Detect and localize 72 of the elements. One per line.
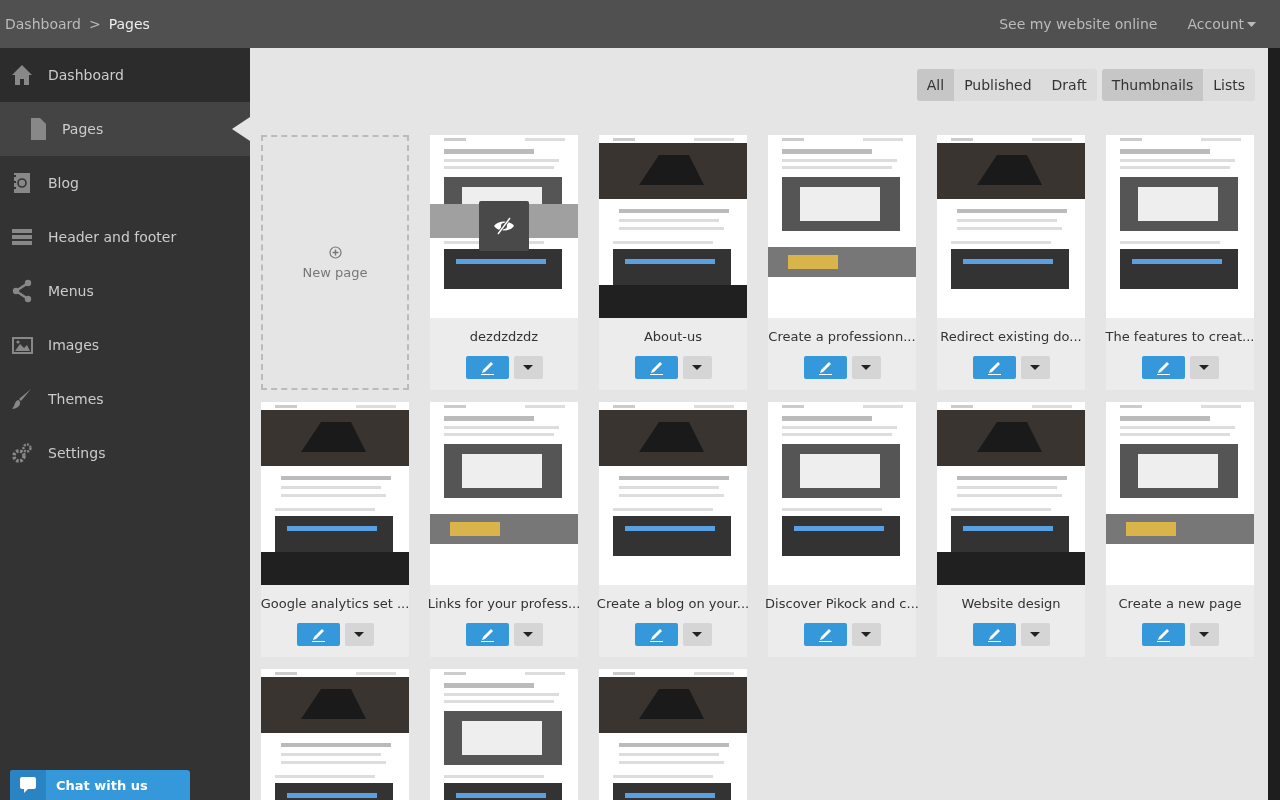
caret-icon (861, 632, 871, 637)
caret-icon (1030, 632, 1040, 637)
dropdown-button[interactable] (344, 623, 374, 646)
pencil-icon (817, 627, 833, 642)
page-title: The features to creat... (1105, 329, 1255, 344)
filter-tab[interactable]: All (916, 69, 955, 101)
filter-tab[interactable]: Published (954, 69, 1042, 101)
share-icon (10, 279, 34, 303)
pencil-icon (648, 627, 664, 642)
caret-icon (354, 632, 364, 637)
dropdown-button[interactable] (851, 356, 881, 379)
page-title: Create a professionn... (768, 329, 916, 344)
page-title: About-us (643, 329, 703, 344)
pencil-icon (1155, 627, 1171, 642)
page-title: Create a new page (1118, 596, 1242, 611)
dropdown-button[interactable] (682, 356, 712, 379)
sidebar-item[interactable]: Images (0, 318, 250, 372)
pencil-icon (648, 360, 664, 375)
brush-icon (10, 387, 34, 411)
sidebar-item[interactable]: Dashboard (0, 48, 250, 102)
page-title: Create a blog on your... (596, 596, 750, 611)
sidebar-item[interactable]: Settings (0, 426, 250, 480)
pencil-icon (986, 360, 1002, 375)
breadcrumb-separator: > (88, 16, 101, 32)
caret-icon (692, 365, 702, 370)
sidebar-item[interactable]: Header and footer (0, 210, 250, 264)
sidebar-item[interactable]: Themes (0, 372, 250, 426)
dropdown-button[interactable] (1020, 356, 1050, 379)
breadcrumb-link[interactable]: Dashboard (5, 16, 81, 32)
pencil-icon (479, 360, 495, 375)
filter-tab[interactable]: Draft (1041, 69, 1097, 101)
caret-icon (523, 632, 533, 637)
dropdown-button[interactable] (851, 623, 881, 646)
new-page-button[interactable]: New page (261, 135, 409, 390)
caret-icon (692, 632, 702, 637)
pencil-icon (1155, 360, 1171, 375)
pencil-icon (479, 627, 495, 642)
caret-icon (1247, 21, 1256, 27)
pencil-icon (310, 627, 326, 642)
caret-icon (861, 365, 871, 370)
caret-icon (1030, 365, 1040, 370)
page-title: dezdzdzdz (469, 329, 539, 344)
page-title: Links for your profess... (427, 596, 581, 611)
pencil-icon (986, 627, 1002, 642)
account-menu[interactable]: Account (1187, 16, 1256, 32)
dropdown-button[interactable] (1020, 623, 1050, 646)
breadcrumb-current[interactable]: Pages (108, 16, 150, 32)
sidebar-item[interactable]: Menus (0, 264, 250, 318)
scrollbar[interactable] (1268, 48, 1280, 800)
page-title: Google analytics set ... (260, 596, 410, 611)
dropdown-button[interactable] (1189, 623, 1219, 646)
website-link[interactable]: See my website online (999, 16, 1158, 32)
page-title: Redirect existing do... (940, 329, 1082, 344)
dropdown-button[interactable] (513, 623, 543, 646)
dropdown-button[interactable] (1189, 356, 1219, 379)
home-icon (10, 63, 34, 87)
dropdown-button[interactable] (513, 356, 543, 379)
plus-circle-icon (328, 245, 342, 259)
pencil-icon (817, 360, 833, 375)
page-title: Website design (961, 596, 1061, 611)
sidebar-item[interactable]: Pages (0, 102, 250, 156)
speech-bubble-icon (19, 776, 37, 794)
gears-icon (10, 441, 34, 465)
dropdown-button[interactable] (682, 623, 712, 646)
caret-icon (523, 365, 533, 370)
view-toggle[interactable]: Lists (1203, 69, 1255, 101)
caret-icon (1199, 632, 1209, 637)
view-toggle[interactable]: Thumbnails (1101, 69, 1204, 101)
page-title: Discover Pikock and c... (765, 596, 919, 611)
caret-icon (1199, 365, 1209, 370)
sidebar-item[interactable]: Blog (0, 156, 250, 210)
eye-slash-icon (493, 217, 515, 235)
